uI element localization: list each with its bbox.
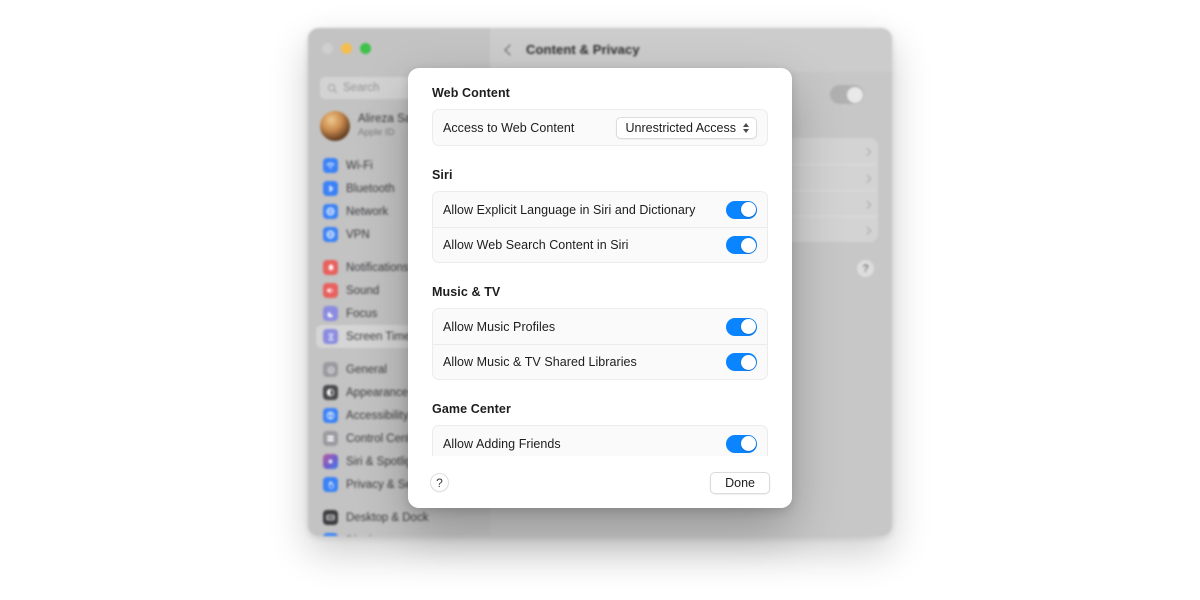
chevron-right-icon	[862, 226, 872, 235]
sidebar-item-label: General	[346, 363, 387, 376]
row-label: Allow Music & TV Shared Libraries	[443, 355, 637, 369]
desktop-dock-icon	[323, 510, 338, 525]
close-button[interactable]	[322, 43, 333, 54]
sidebar-item-label: Network	[346, 205, 389, 218]
sheet-scroll-area[interactable]: Web Content Access to Web Content Unrest…	[408, 68, 792, 456]
account-row[interactable]: Alireza Sa Apple ID	[320, 111, 411, 141]
row-allow-music-profiles[interactable]: Allow Music Profiles	[433, 309, 767, 344]
row-access-to-web-content[interactable]: Access to Web Content Unrestricted Acces…	[433, 110, 767, 145]
row-allow-adding-friends[interactable]: Allow Adding Friends	[433, 426, 767, 456]
page-title: Content & Privacy	[526, 42, 640, 57]
hand-raised-icon	[323, 477, 338, 492]
bluetooth-icon	[323, 181, 338, 196]
chevron-right-icon	[862, 200, 872, 209]
toggle-allow-music-profiles[interactable]	[726, 317, 757, 336]
row-label: Allow Web Search Content in Siri	[443, 238, 629, 252]
chevron-right-icon	[862, 174, 872, 183]
sidebar-item-label: Focus	[346, 307, 378, 320]
sidebar-item-label: Screen Time	[346, 330, 411, 343]
vpn-globe-icon	[323, 227, 338, 242]
wifi-icon	[323, 158, 338, 173]
section-title-music-tv: Music & TV	[432, 285, 501, 299]
account-name: Alireza Sa	[358, 113, 412, 126]
section-card-siri: Allow Explicit Language in Siri and Dict…	[432, 191, 768, 263]
content-privacy-sheet: Web Content Access to Web Content Unrest…	[408, 68, 792, 508]
row-label: Allow Music Profiles	[443, 319, 556, 334]
accessibility-icon	[323, 408, 338, 423]
content-privacy-master-toggle[interactable]	[830, 85, 864, 104]
search-icon	[327, 83, 338, 93]
section-title-game-center: Game Center	[432, 402, 511, 416]
sidebar-item-label: Displays	[346, 535, 389, 537]
avatar	[320, 111, 350, 141]
done-button[interactable]: Done	[710, 471, 770, 494]
siri-icon	[323, 454, 338, 469]
row-allow-web-search-content[interactable]: Allow Web Search Content in Siri	[433, 227, 767, 262]
toggle-allow-web-search-content[interactable]	[726, 236, 757, 254]
sidebar-group-desktop: Desktop & Dock Displays	[314, 506, 490, 536]
help-button[interactable]: ?	[430, 473, 449, 492]
row-label: Access to Web Content	[443, 120, 575, 135]
toggle-allow-adding-friends[interactable]	[726, 434, 757, 453]
chevron-updown-icon	[743, 122, 749, 133]
sidebar-item-label: Accessibility	[346, 409, 409, 422]
sidebar-item-label: Desktop & Dock	[346, 511, 429, 524]
sidebar-item-desktop-dock[interactable]: Desktop & Dock	[316, 506, 488, 529]
sidebar-item-displays[interactable]: Displays	[316, 529, 488, 536]
row-allow-explicit-language[interactable]: Allow Explicit Language in Siri and Dict…	[433, 192, 767, 227]
account-subtitle: Apple ID	[358, 126, 395, 138]
window-controls[interactable]	[322, 43, 371, 54]
hourglass-icon	[323, 329, 338, 344]
gear-icon	[323, 362, 338, 377]
sidebar-item-label: VPN	[346, 228, 370, 241]
chevron-right-icon	[862, 147, 872, 157]
search-placeholder: Search	[343, 82, 380, 94]
section-title-web-content: Web Content	[432, 86, 510, 100]
toggle-allow-shared-libraries[interactable]	[726, 353, 757, 371]
globe-icon	[323, 204, 338, 219]
sidebar-item-label: Notifications	[346, 261, 409, 274]
sidebar-item-label: Bluetooth	[346, 182, 395, 195]
moon-icon	[323, 306, 338, 321]
help-button[interactable]: ?	[857, 260, 874, 277]
row-allow-shared-libraries[interactable]: Allow Music & TV Shared Libraries	[433, 344, 767, 379]
back-button[interactable]	[504, 43, 516, 56]
screen: Search Alireza Sa Apple ID Wi-Fi Bluetoo…	[0, 0, 1200, 600]
speaker-icon	[323, 283, 338, 298]
popup-value: Unrestricted Access	[625, 120, 736, 135]
section-card-web-content: Access to Web Content Unrestricted Acces…	[432, 109, 768, 146]
section-title-siri: Siri	[432, 168, 453, 182]
sheet-footer: ? Done	[408, 456, 792, 508]
section-card-music-tv: Allow Music Profiles Allow Music & TV Sh…	[432, 308, 768, 380]
sidebar-item-label: Sound	[346, 284, 380, 297]
control-center-icon	[323, 431, 338, 446]
row-label: Allow Explicit Language in Siri and Dict…	[443, 202, 696, 217]
bell-icon	[323, 260, 338, 275]
sidebar-item-label: Wi-Fi	[346, 159, 373, 172]
section-card-game-center: Allow Adding Friends Allow Connect with …	[432, 425, 768, 456]
access-to-web-content-popup[interactable]: Unrestricted Access	[615, 116, 757, 139]
row-label: Allow Adding Friends	[443, 436, 561, 451]
minimize-button[interactable]	[341, 43, 352, 54]
sidebar-item-label: Appearance	[346, 386, 409, 399]
toggle-allow-explicit-language[interactable]	[726, 200, 757, 219]
zoom-button[interactable]	[360, 43, 371, 54]
appearance-icon	[323, 385, 338, 400]
displays-icon	[323, 533, 338, 536]
